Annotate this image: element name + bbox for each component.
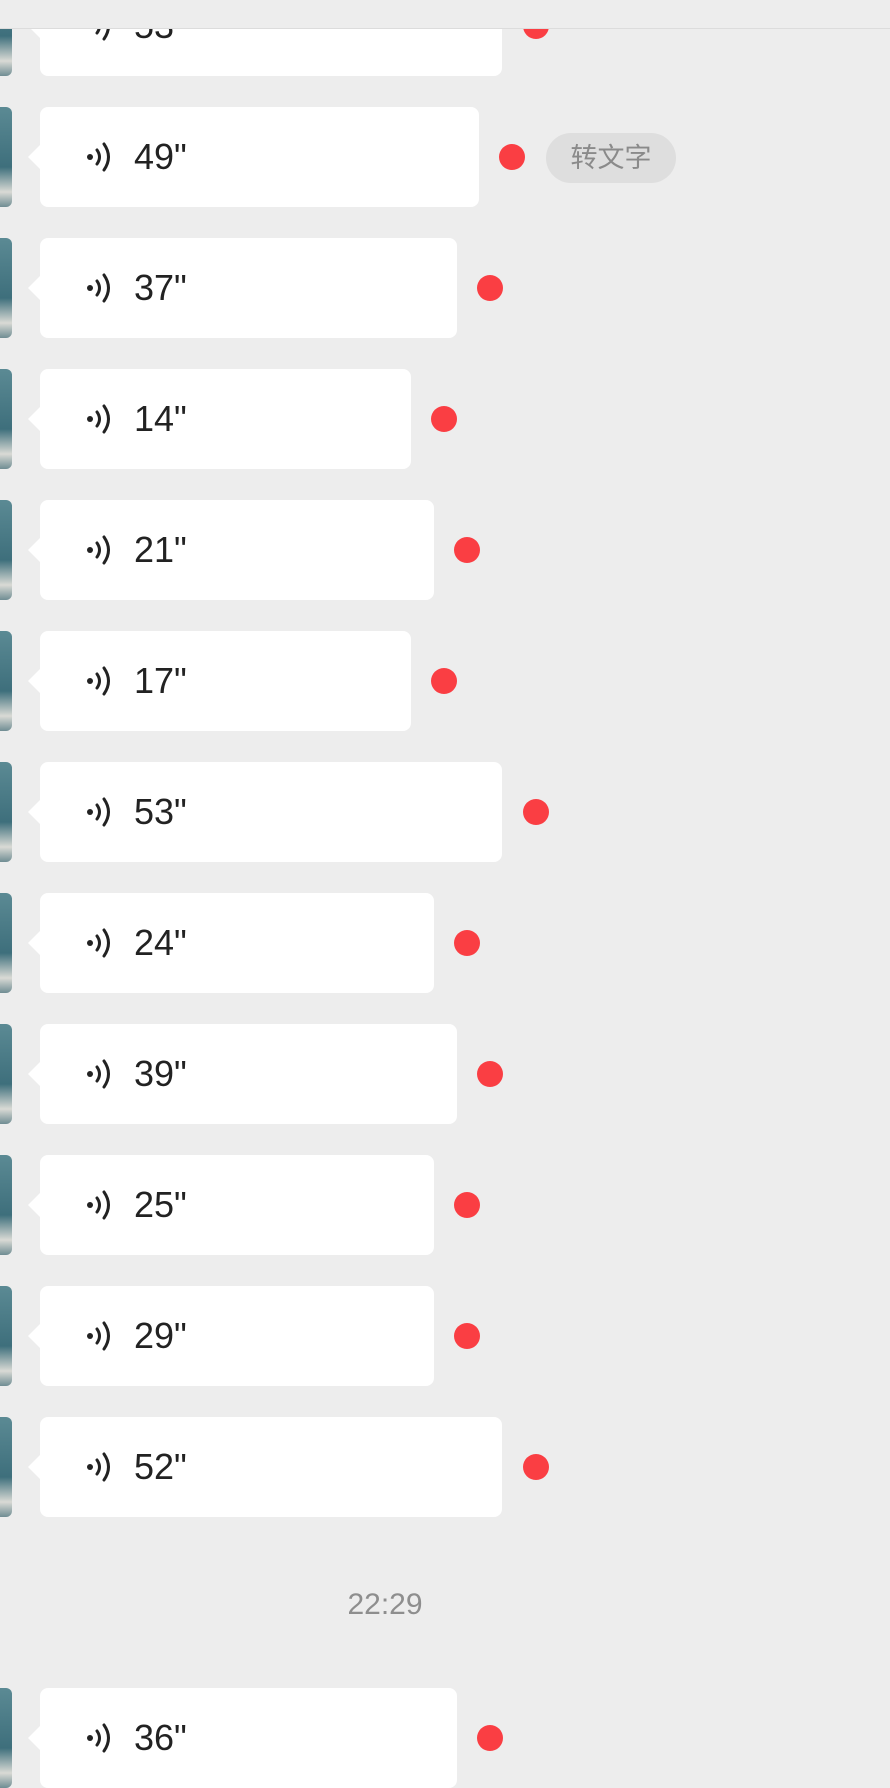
voice-message: 24" (0, 893, 890, 993)
unread-dot (477, 1061, 503, 1087)
unread-dot (477, 1725, 503, 1751)
voice-duration: 14" (134, 398, 187, 439)
voice-wave-icon (87, 1321, 110, 1351)
avatar[interactable] (0, 762, 12, 862)
avatar[interactable] (0, 1155, 12, 1255)
voice-bubble[interactable]: 17" (28, 631, 411, 731)
voice-duration: 36" (134, 1717, 187, 1758)
avatar[interactable] (0, 238, 12, 338)
voice-bubble[interactable]: 21" (28, 500, 434, 600)
avatar[interactable] (0, 893, 12, 993)
voice-wave-icon (87, 666, 110, 696)
avatar[interactable] (0, 500, 12, 600)
voice-wave-icon (87, 1723, 110, 1753)
chat-timestamp: 22:29 (347, 1588, 423, 1621)
voice-bubble[interactable]: 49" (28, 107, 479, 207)
voice-message: 36" (0, 1688, 890, 1788)
convert-to-text-button[interactable]: 转文字 (546, 133, 676, 183)
avatar[interactable] (0, 369, 12, 469)
avatar[interactable] (0, 1286, 12, 1386)
voice-wave-icon (87, 1059, 110, 1089)
avatar[interactable] (0, 1024, 12, 1124)
voice-message: 53" (0, 762, 890, 862)
voice-bubble[interactable]: 37" (28, 238, 457, 338)
voice-duration: 39" (134, 1053, 187, 1094)
voice-duration: 37" (134, 267, 187, 308)
top-bar (0, 0, 890, 29)
voice-bubble[interactable]: 14" (28, 369, 411, 469)
voice-bubble[interactable]: 36" (28, 1688, 457, 1788)
unread-dot (454, 930, 480, 956)
voice-message: 21" (0, 500, 890, 600)
unread-dot (523, 1454, 549, 1480)
voice-duration: 21" (134, 529, 187, 570)
unread-dot (431, 668, 457, 694)
voice-message: 49" 转文字 (0, 107, 890, 207)
voice-wave-icon (87, 142, 110, 172)
voice-duration: 24" (134, 922, 187, 963)
unread-dot (454, 1192, 480, 1218)
avatar[interactable] (0, 631, 12, 731)
voice-duration: 25" (134, 1184, 187, 1225)
voice-bubble[interactable]: 25" (28, 1155, 434, 1255)
voice-duration: 49" (134, 136, 187, 177)
unread-dot (523, 799, 549, 825)
voice-duration: 52" (134, 1446, 187, 1487)
voice-message: 29" (0, 1286, 890, 1386)
chat-area[interactable]: 53" 49" 转文字 37" 14" 21" (0, 0, 890, 1788)
unread-dot (454, 1323, 480, 1349)
voice-wave-icon (87, 1452, 110, 1482)
voice-duration: 17" (134, 660, 187, 701)
unread-dot (499, 144, 525, 170)
voice-wave-icon (87, 404, 110, 434)
voice-wave-icon (87, 928, 110, 958)
voice-bubble[interactable]: 53" (28, 762, 502, 862)
voice-message: 37" (0, 238, 890, 338)
unread-dot (477, 275, 503, 301)
voice-message: 17" (0, 631, 890, 731)
voice-duration: 53" (134, 791, 187, 832)
voice-bubble[interactable]: 52" (28, 1417, 502, 1517)
voice-wave-icon (87, 1190, 110, 1220)
voice-message: 14" (0, 369, 890, 469)
avatar[interactable] (0, 107, 12, 207)
voice-message: 52" (0, 1417, 890, 1517)
voice-wave-icon (87, 535, 110, 565)
voice-bubble[interactable]: 24" (28, 893, 434, 993)
voice-duration: 29" (134, 1315, 187, 1356)
voice-wave-icon (87, 797, 110, 827)
unread-dot (454, 537, 480, 563)
voice-message: 39" (0, 1024, 890, 1124)
voice-bubble[interactable]: 29" (28, 1286, 434, 1386)
voice-message: 25" (0, 1155, 890, 1255)
unread-dot (431, 406, 457, 432)
voice-bubble[interactable]: 39" (28, 1024, 457, 1124)
avatar[interactable] (0, 1688, 12, 1788)
voice-wave-icon (87, 273, 110, 303)
avatar[interactable] (0, 1417, 12, 1517)
